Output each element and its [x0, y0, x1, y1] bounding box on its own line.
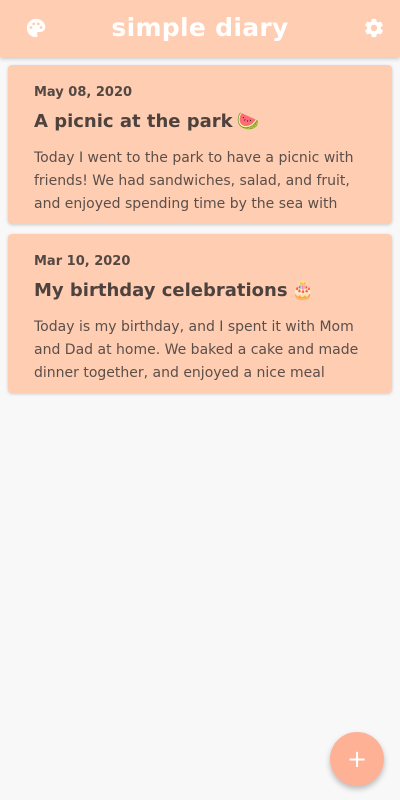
- entry-preview: Today I went to the park to have a picni…: [34, 150, 354, 212]
- app-bar: simple diary: [0, 0, 400, 57]
- entry-title-row: A picnic at the park 🍉: [34, 107, 366, 137]
- entry-title: A picnic at the park: [34, 111, 233, 132]
- entry-preview: Today is my birthday, and I spent it wit…: [34, 319, 359, 381]
- diary-entry-list: May 08, 2020 A picnic at the park 🍉 Today…: [8, 65, 392, 403]
- diary-entry-card[interactable]: May 08, 2020 A picnic at the park 🍉 Today…: [8, 65, 392, 224]
- settings-button[interactable]: [360, 14, 388, 42]
- entry-date: Mar 10, 2020: [34, 254, 131, 269]
- add-entry-button[interactable]: +: [330, 732, 384, 786]
- gear-icon: [365, 18, 383, 38]
- app-title: simple diary: [111, 13, 289, 42]
- watermelon-icon: 🍉: [236, 111, 260, 132]
- plus-icon: +: [346, 745, 368, 773]
- diary-entry-card[interactable]: Mar 10, 2020 My birthday celebrations 🎂 T…: [8, 234, 392, 393]
- entry-date: May 08, 2020: [34, 85, 133, 100]
- entry-title-row: My birthday celebrations 🎂: [34, 276, 366, 306]
- entry-title: My birthday celebrations: [34, 280, 288, 301]
- diary-app: simple diary May 08, 2020 A picnic at th…: [0, 0, 400, 800]
- birthday-cake-icon: 🎂: [291, 280, 314, 301]
